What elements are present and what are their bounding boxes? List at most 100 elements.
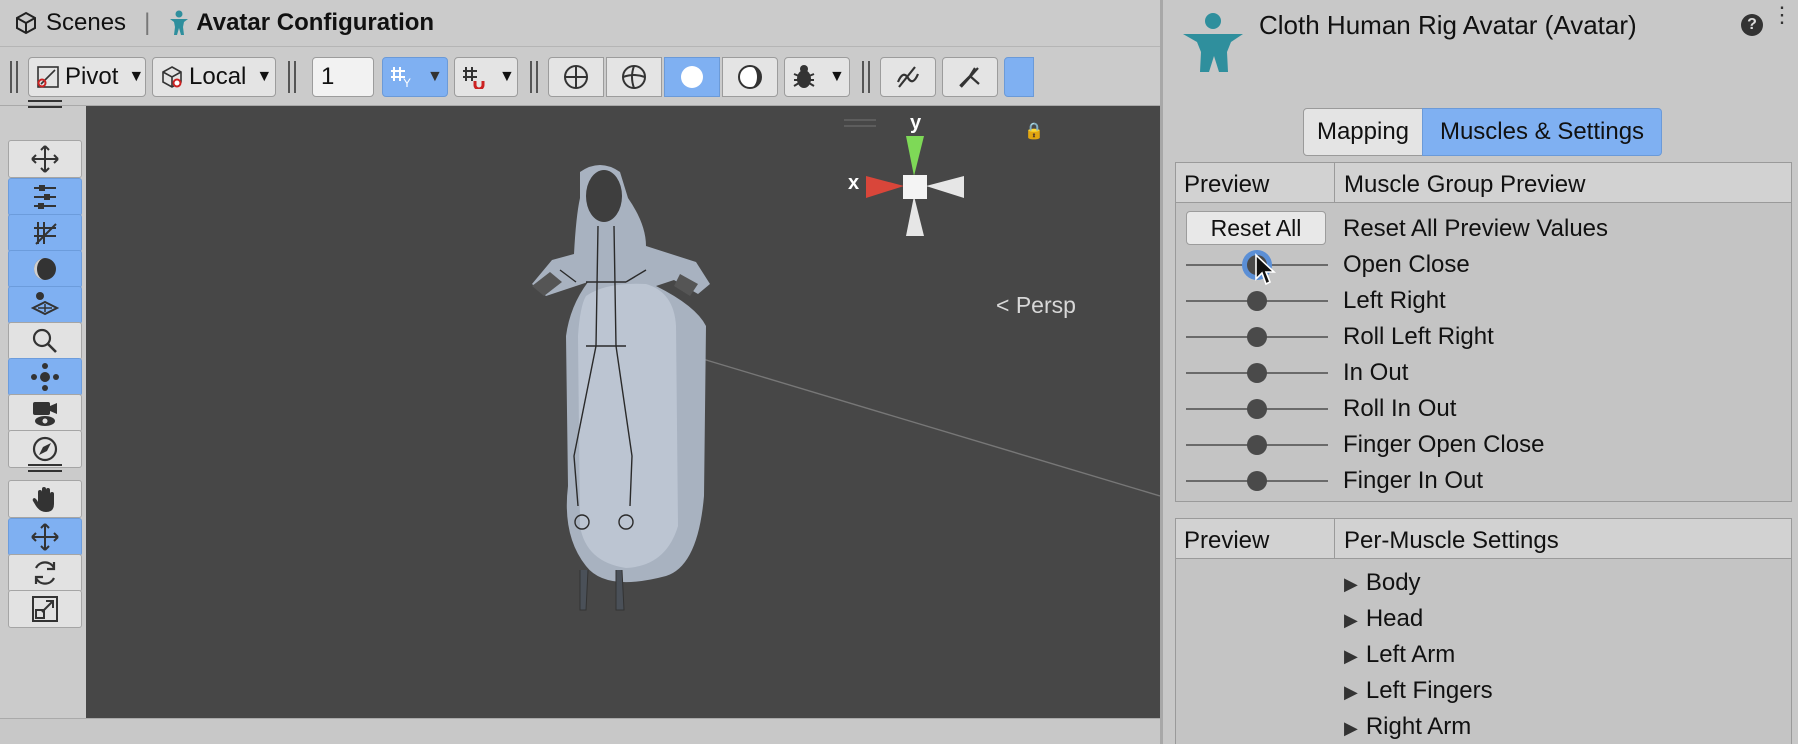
slider-knob[interactable] [1247, 471, 1267, 491]
roll-in-out-slider[interactable] [1186, 399, 1328, 419]
preview-column-label: Preview [1184, 527, 1270, 554]
grid-snap-toggle[interactable]: Y ▼ [382, 57, 448, 97]
chevron-down-icon[interactable]: ▼ [829, 68, 845, 86]
effects-button[interactable] [942, 57, 998, 97]
foldout-label: Head [1365, 605, 1424, 632]
effects-icon [957, 64, 983, 90]
finger-open-close-slider[interactable] [1186, 435, 1328, 455]
finger-in-out-slider[interactable] [1186, 471, 1328, 491]
caret-right-icon: ▶ [1344, 718, 1358, 738]
help-icon[interactable]: ? [1741, 14, 1763, 36]
breadcrumb: Scenes | Avatar Configuration [0, 0, 1160, 46]
foldout-left-fingers[interactable]: ▶ Left Fingers [1176, 671, 1791, 707]
pivot-tool-button[interactable] [8, 286, 82, 324]
chevron-down-icon[interactable]: ▼ [427, 68, 443, 86]
chevron-left-icon: < [996, 292, 1010, 318]
breadcrumb-scenes[interactable]: Scenes [46, 9, 126, 37]
rect-tool-button[interactable] [8, 178, 82, 216]
audio-mute-button[interactable] [880, 57, 936, 97]
pivot-label: Pivot [65, 63, 119, 90]
inspector: Cloth Human Rig Avatar (Avatar) ? ⋮ Mapp… [1160, 0, 1798, 744]
sphere-icon [30, 254, 60, 284]
search-icon [30, 326, 60, 356]
preview-column-label: Preview [1184, 171, 1270, 198]
shading-solid-button[interactable] [664, 57, 720, 97]
local-dropdown[interactable]: Local ▼ [152, 57, 276, 97]
status-bar [0, 718, 1160, 744]
slider-knob[interactable] [1247, 435, 1267, 455]
chevron-down-icon: ▼ [256, 68, 273, 85]
rect-icon [30, 182, 60, 212]
column-divider [1334, 163, 1335, 203]
hand-tool-button[interactable] [8, 480, 82, 518]
foldout-head[interactable]: ▶ Head [1176, 599, 1791, 635]
scale-icon [30, 594, 60, 624]
shading-shaded-wireframe-button[interactable] [606, 57, 662, 97]
rotate-icon [30, 558, 60, 588]
reset-all-button[interactable]: Reset All [1186, 211, 1326, 245]
shading-lit-button[interactable] [722, 57, 778, 97]
gizmos-toggle[interactable]: ▼ [784, 57, 850, 97]
camera-tool-button[interactable] [8, 394, 82, 432]
foldout-right-arm[interactable]: ▶ Right Arm [1176, 707, 1791, 743]
shading-solid-icon [679, 64, 705, 90]
toolbar-grip[interactable] [10, 61, 18, 93]
avatar-icon [168, 10, 190, 36]
pivot-dropdown[interactable]: Pivot ▼ [28, 57, 146, 97]
transform-tool-button[interactable] [8, 358, 82, 396]
slider-knob[interactable] [1247, 291, 1267, 311]
slider-knob[interactable] [1247, 327, 1267, 347]
left-right-slider[interactable] [1186, 291, 1328, 311]
toolbar-grip[interactable] [862, 61, 870, 93]
in-out-slider[interactable] [1186, 363, 1328, 383]
grid-tool-button[interactable] [8, 214, 82, 252]
shading-lit-icon [737, 64, 763, 90]
scene-window: Scenes | Avatar Configuration Pivot ▼ Lo… [0, 0, 1160, 744]
toolbar-grip[interactable] [530, 61, 538, 93]
tools-grip[interactable] [28, 100, 62, 108]
svg-text:Y: Y [403, 76, 411, 89]
move-tool-button[interactable] [8, 140, 82, 178]
scale-tool-button[interactable] [8, 590, 82, 628]
caret-right-icon: ▶ [1344, 682, 1358, 702]
caret-right-icon: ▶ [1344, 646, 1358, 666]
foldout-label: Left Fingers [1365, 677, 1493, 704]
shading-wireframe-button[interactable] [548, 57, 604, 97]
slider-label: Left Right [1343, 287, 1446, 314]
projection-toggle[interactable]: < Persp [996, 292, 1076, 319]
scene-viewport[interactable]: 🔒 y x < Persp [86, 106, 1160, 718]
tools-grip[interactable] [28, 464, 62, 472]
snap-increment-icon [461, 65, 487, 89]
rotate-tool-button[interactable] [8, 554, 82, 592]
slider-label: Roll In Out [1343, 395, 1457, 422]
hand-icon [30, 484, 60, 514]
foldout-left-arm[interactable]: ▶ Left Arm [1176, 635, 1791, 671]
sphere-tool-button[interactable] [8, 250, 82, 288]
chevron-down-icon[interactable]: ▼ [499, 68, 515, 86]
roll-left-right-slider[interactable] [1186, 327, 1328, 347]
slider-knob[interactable] [1247, 363, 1267, 383]
tab-muscles-settings[interactable]: Muscles & Settings [1422, 108, 1662, 156]
slider-row: Roll In Out [1176, 391, 1791, 427]
slider-label: Finger In Out [1343, 467, 1484, 494]
orientation-gizmo[interactable]: y x [846, 112, 986, 248]
more-icon[interactable]: ⋮ [1771, 4, 1793, 26]
per-muscle-settings-panel: Preview Per-Muscle Settings ▶ Body ▶ Head … [1175, 518, 1792, 744]
overlay-toggle[interactable] [1004, 57, 1034, 97]
slider-row: In Out [1176, 355, 1791, 391]
slider-row: Finger In Out [1176, 463, 1791, 499]
tab-mapping[interactable]: Mapping [1303, 108, 1423, 156]
move-tool-button-2[interactable] [8, 518, 82, 556]
slider-row: Roll Left Right [1176, 319, 1791, 355]
slider-label: Roll Left Right [1343, 323, 1494, 350]
compass-tool-button[interactable] [8, 430, 82, 468]
grid-snap-input[interactable]: 1 [312, 57, 374, 97]
search-tool-button[interactable] [8, 322, 82, 360]
snap-increment-toggle[interactable]: ▼ [454, 57, 518, 97]
grid-snap-icon: Y [389, 65, 415, 89]
foldout-body[interactable]: ▶ Body [1176, 563, 1791, 599]
muscle-group-header: Preview Muscle Group Preview [1176, 163, 1791, 203]
toolbar-grip[interactable] [288, 61, 296, 93]
muscle-group-preview-panel: Preview Muscle Group Preview Reset All R… [1175, 162, 1792, 502]
slider-knob[interactable] [1247, 399, 1267, 419]
